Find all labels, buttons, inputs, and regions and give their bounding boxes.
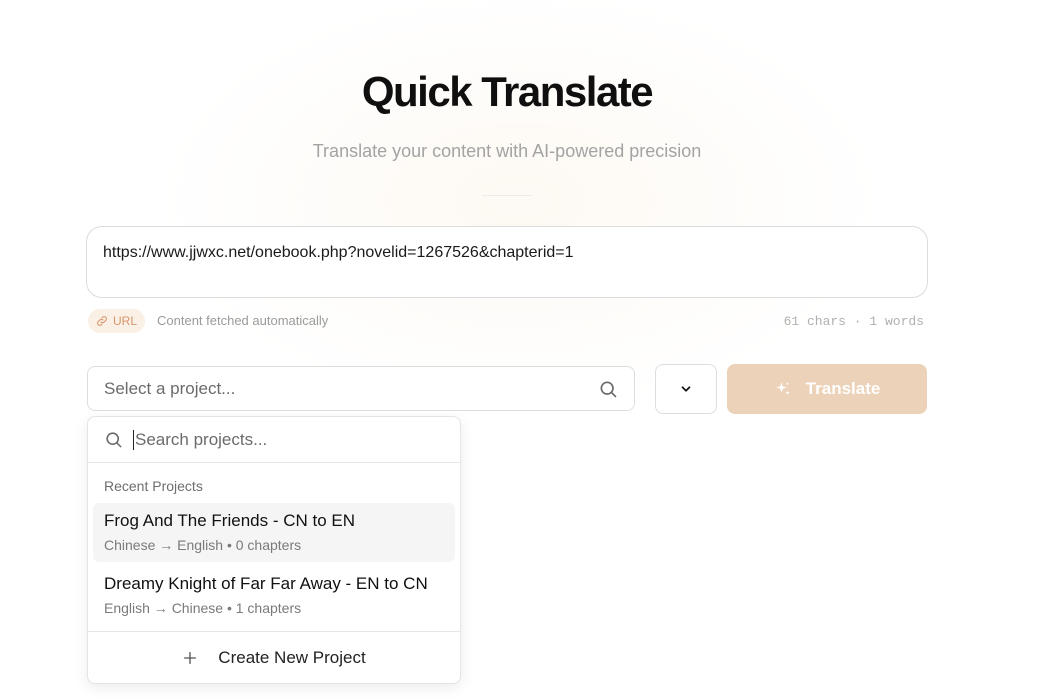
quick-translate-page: Quick Translate Translate your content w…	[0, 0, 1052, 700]
char-word-count: 61 chars · 1 words	[783, 314, 924, 329]
project-search-input[interactable]	[133, 429, 444, 450]
page-subtitle: Translate your content with AI-powered p…	[312, 141, 702, 161]
project-select-placeholder: Select a project...	[104, 378, 236, 398]
divider	[482, 195, 532, 196]
plus-icon	[184, 651, 197, 664]
search-icon	[600, 381, 617, 397]
project-name: Frog And The Friends - CN to EN	[104, 511, 356, 530]
project-search-bar	[88, 417, 460, 463]
recent-projects-heading: Recent Projects	[104, 478, 203, 494]
create-new-project-button[interactable]: Create New Project	[88, 631, 460, 683]
project-list: Frog And The Friends - CN to EN Chinese …	[88, 496, 460, 625]
url-badge: URL	[88, 309, 146, 333]
fetch-status: Content fetched automatically	[157, 313, 329, 328]
project-item[interactable]: Dreamy Knight of Far Far Away - EN to CN…	[93, 566, 455, 625]
content-input[interactable]: https://www.jjwxc.net/onebook.php?noveli…	[86, 226, 928, 298]
project-name: Dreamy Knight of Far Far Away - EN to CN	[104, 574, 428, 593]
page-title: Quick Translate	[361, 68, 654, 115]
language-dropdown-button[interactable]	[655, 364, 717, 414]
sparkle-icon	[775, 382, 790, 395]
project-dropdown: Recent Projects Frog And The Friends - C…	[87, 416, 461, 684]
translate-button[interactable]: Translate	[727, 364, 927, 414]
project-details: Chinese → English • 0 chapters	[104, 537, 302, 553]
project-details: English → Chinese • 1 chapters	[104, 600, 302, 616]
create-new-project-label: Create New Project	[218, 647, 366, 667]
project-select[interactable]: Select a project...	[87, 366, 635, 411]
translate-button-label: Translate	[805, 379, 881, 398]
link-icon	[97, 316, 107, 326]
project-item[interactable]: Frog And The Friends - CN to EN Chinese …	[93, 503, 455, 562]
url-badge-label: URL	[113, 314, 138, 328]
input-meta-row: URL Content fetched automatically 61 cha…	[88, 309, 928, 333]
chevron-down-icon	[681, 386, 691, 392]
search-icon	[106, 432, 122, 448]
